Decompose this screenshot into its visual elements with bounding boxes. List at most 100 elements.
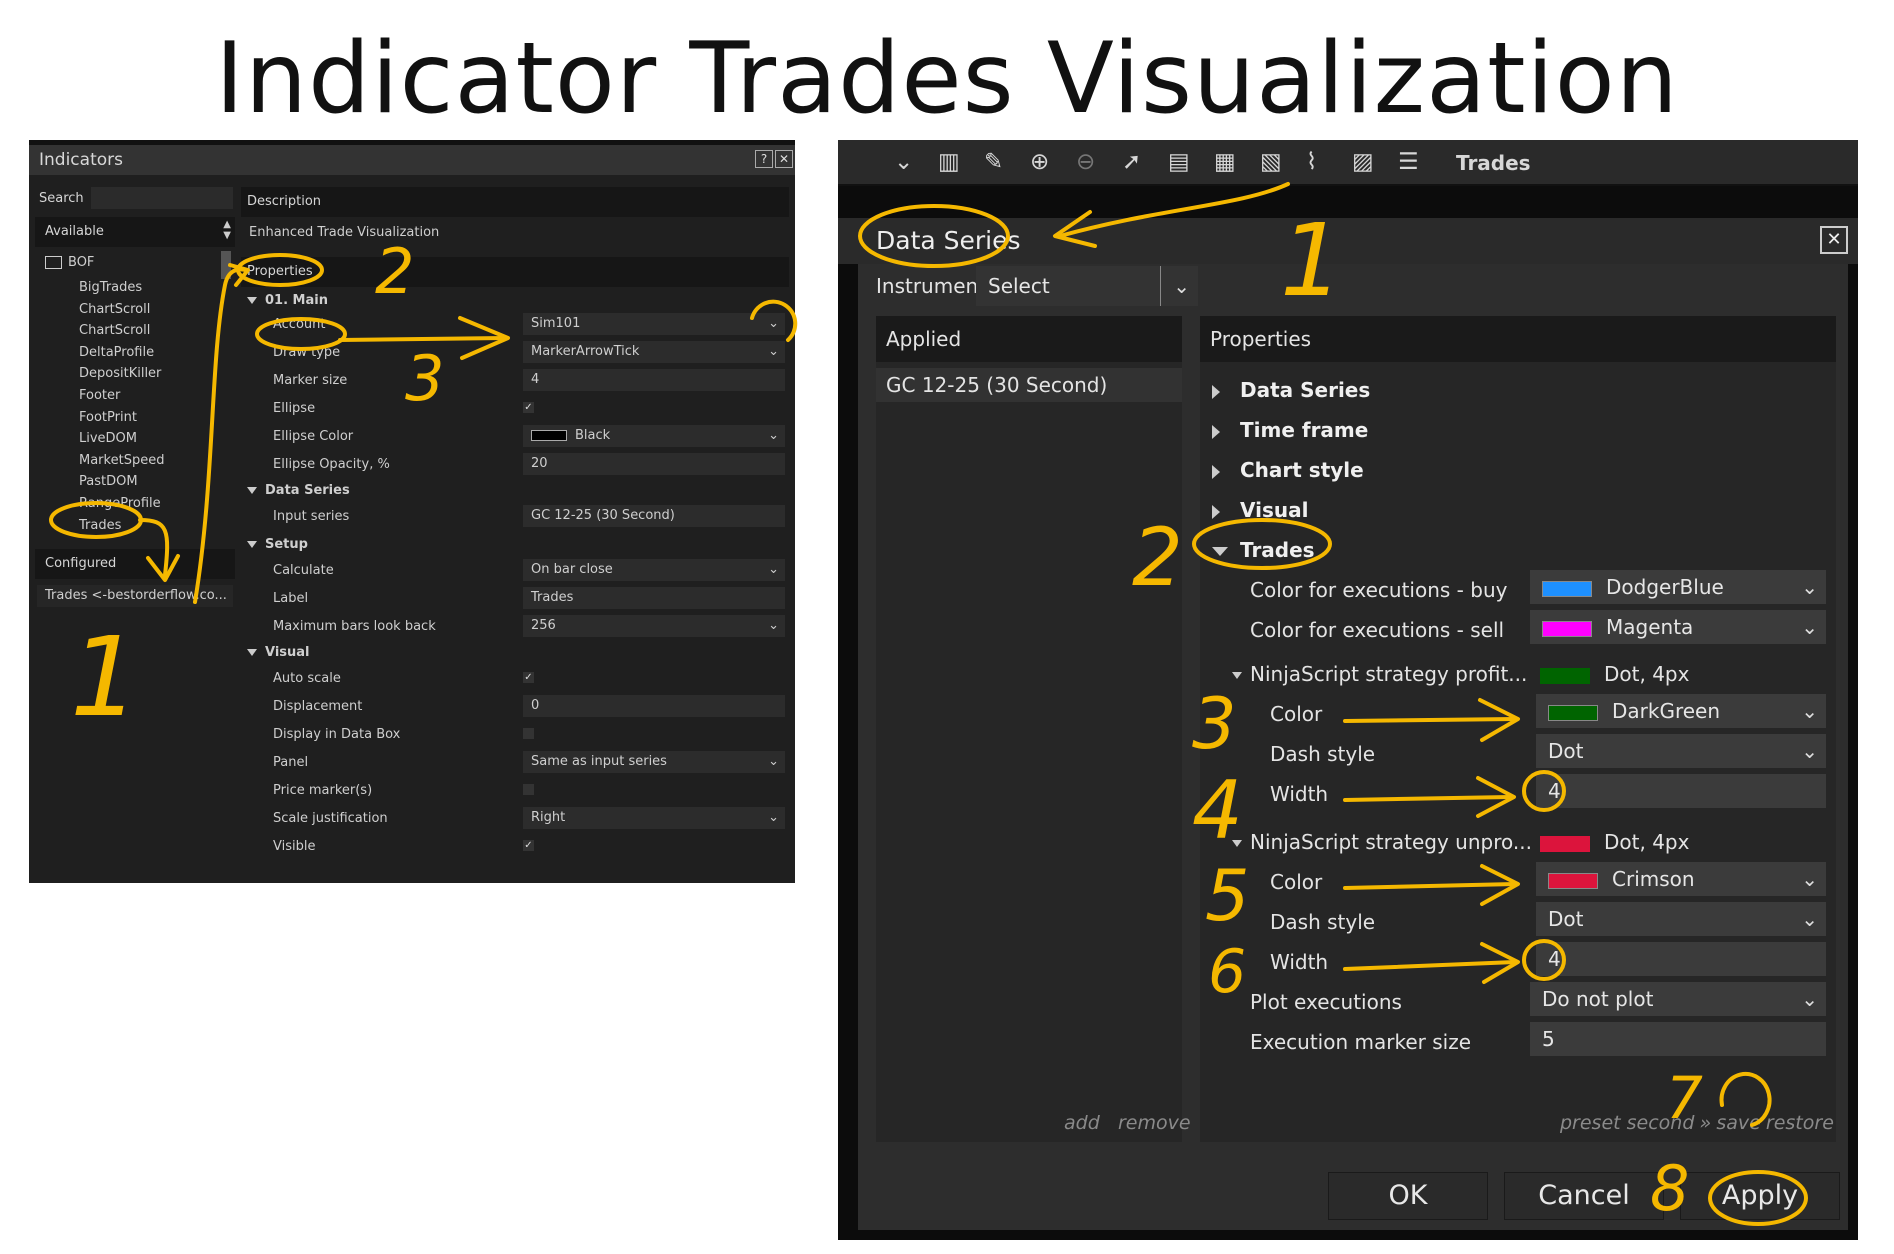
list-item[interactable]: ChartScroll bbox=[79, 320, 164, 342]
close-icon[interactable]: ✕ bbox=[1820, 226, 1848, 254]
group-time-frame[interactable]: Time frame bbox=[1212, 418, 1368, 442]
group-visual[interactable]: Visual bbox=[247, 645, 310, 660]
remove-link[interactable]: remove bbox=[1118, 1112, 1191, 1134]
chevron-down-icon[interactable]: ⌄ bbox=[1173, 266, 1190, 306]
sell-color-select[interactable]: Magenta ⌄ bbox=[1530, 610, 1826, 644]
help-icon[interactable]: ? bbox=[755, 150, 773, 168]
chevron-down-icon[interactable]: ⌄ bbox=[768, 807, 779, 829]
list-item[interactable]: LiveDOM bbox=[79, 428, 164, 450]
color-swatch bbox=[1542, 580, 1592, 597]
ellipsecolor-select[interactable]: Black ⌄ bbox=[523, 425, 785, 447]
folder-item-bof[interactable]: BOF bbox=[45, 255, 94, 270]
list-item[interactable]: DepositKiller bbox=[79, 363, 164, 385]
list-item[interactable]: ChartScroll bbox=[79, 299, 164, 321]
zoom-in-icon[interactable]: ⊕ bbox=[1030, 149, 1049, 175]
ellipse-checkbox[interactable]: ✓ bbox=[523, 402, 534, 413]
ellipseopacity-input[interactable]: 20 bbox=[523, 453, 785, 475]
calculate-select[interactable]: On bar close ⌄ bbox=[523, 559, 785, 581]
databox-checkbox[interactable] bbox=[523, 728, 534, 739]
pricemarkers-checkbox[interactable] bbox=[523, 784, 534, 795]
autoscale-checkbox[interactable]: ✓ bbox=[523, 672, 534, 683]
zoom-out-icon[interactable]: ⊖ bbox=[1076, 149, 1095, 175]
search-input[interactable] bbox=[91, 187, 233, 209]
list-item[interactable]: MarketSpeed bbox=[79, 450, 164, 472]
chevron-down-icon[interactable]: ⌄ bbox=[1801, 610, 1818, 644]
apply-button[interactable]: Apply bbox=[1680, 1172, 1840, 1220]
group-chart-style[interactable]: Chart style bbox=[1212, 458, 1364, 482]
exec-marker-size-input[interactable]: 5 bbox=[1530, 1022, 1826, 1056]
applied-item[interactable]: GC 12-25 (30 Second) bbox=[876, 368, 1182, 402]
data-series-icon[interactable]: ▧ bbox=[1260, 149, 1282, 175]
list-icon[interactable]: ☰ bbox=[1398, 149, 1419, 175]
group-visual[interactable]: Visual bbox=[1212, 498, 1308, 522]
chevron-down-icon[interactable]: ⌄ bbox=[1801, 982, 1818, 1016]
unprofit-width-input[interactable]: 4 bbox=[1536, 942, 1826, 976]
restore-preset-link[interactable]: restore bbox=[1766, 1112, 1834, 1134]
profit-width-input[interactable]: 4 bbox=[1536, 774, 1826, 808]
unprofit-group[interactable]: NinjaScript strategy unpro... bbox=[1232, 830, 1532, 854]
buy-color-select[interactable]: DodgerBlue ⌄ bbox=[1530, 570, 1826, 604]
group-data-series[interactable]: Data Series bbox=[247, 483, 350, 498]
chevron-down-icon[interactable]: ⌄ bbox=[1801, 694, 1818, 728]
chevron-down-icon[interactable]: ⌄ bbox=[1801, 902, 1818, 936]
chevron-down-icon[interactable]: ⌄ bbox=[1801, 862, 1818, 896]
list-item[interactable]: RangeProfile bbox=[79, 493, 164, 515]
chevron-down-icon[interactable]: ⌄ bbox=[768, 615, 779, 637]
add-link[interactable]: add bbox=[1064, 1112, 1100, 1134]
save-preset-link[interactable]: save bbox=[1716, 1112, 1760, 1134]
configured-item[interactable]: Trades <-bestorderflow.co... bbox=[37, 585, 233, 607]
indicator-icon[interactable]: ▨ bbox=[1352, 149, 1374, 175]
list-item[interactable]: Footer bbox=[79, 385, 164, 407]
list-item[interactable]: PastDOM bbox=[79, 471, 164, 493]
dom-icon[interactable]: ▦ bbox=[1214, 149, 1236, 175]
markersize-input[interactable]: 4 bbox=[523, 369, 785, 391]
chevron-down-icon[interactable]: ⌄ bbox=[768, 751, 779, 773]
color-swatch bbox=[531, 430, 567, 441]
inputseries-field[interactable]: GC 12-25 (30 Second) bbox=[523, 505, 785, 527]
list-item[interactable]: BigTrades bbox=[79, 277, 164, 299]
unprofit-dash-select[interactable]: Dot ⌄ bbox=[1536, 902, 1826, 936]
plot-exec-select[interactable]: Do not plot ⌄ bbox=[1530, 982, 1826, 1016]
visible-checkbox[interactable]: ✓ bbox=[523, 840, 534, 851]
list-scrollbar[interactable] bbox=[221, 251, 231, 279]
profit-dash-select[interactable]: Dot ⌄ bbox=[1536, 734, 1826, 768]
chevron-down-icon[interactable]: ⌄ bbox=[768, 313, 779, 335]
drawtype-select[interactable]: MarkerArrowTick ⌄ bbox=[523, 341, 785, 363]
data-box-icon[interactable]: ▤ bbox=[1168, 149, 1190, 175]
properties-panel: Properties Data Series Time frame Chart … bbox=[1200, 316, 1836, 1142]
chevron-down-icon[interactable]: ⌄ bbox=[1801, 570, 1818, 604]
panel-select[interactable]: Same as input series ⌄ bbox=[523, 751, 785, 773]
label-input[interactable]: Trades bbox=[523, 587, 785, 609]
chevron-down-icon[interactable]: ⌄ bbox=[894, 149, 913, 175]
list-item-trades[interactable]: Trades bbox=[79, 515, 164, 537]
chevron-down-icon[interactable]: ⌄ bbox=[1801, 734, 1818, 768]
group-main[interactable]: 01. Main bbox=[247, 293, 328, 308]
strategy-icon[interactable]: ⌇ bbox=[1306, 149, 1317, 175]
account-select[interactable]: Sim101 ⌄ bbox=[523, 313, 785, 335]
unprofit-color-select[interactable]: Crimson ⌄ bbox=[1536, 862, 1826, 896]
available-header: Available ▲ ▼ bbox=[35, 217, 235, 247]
cancel-button[interactable]: Cancel bbox=[1504, 1172, 1664, 1220]
expand-arrow-icon bbox=[247, 541, 257, 548]
bar-chart-icon[interactable]: ▥ bbox=[938, 149, 960, 175]
cursor-icon[interactable]: ➚ bbox=[1122, 149, 1141, 175]
group-trades[interactable]: Trades bbox=[1212, 538, 1315, 562]
expand-arrow-icon bbox=[1212, 464, 1220, 479]
list-item[interactable]: DeltaProfile bbox=[79, 342, 164, 364]
chevron-down-icon[interactable]: ⌄ bbox=[768, 425, 779, 447]
chevron-down-icon[interactable]: ⌄ bbox=[768, 559, 779, 581]
displacement-input[interactable]: 0 bbox=[523, 695, 785, 717]
maxbars-select[interactable]: 256 ⌄ bbox=[523, 615, 785, 637]
group-data-series[interactable]: Data Series bbox=[1212, 378, 1370, 402]
ok-button[interactable]: OK bbox=[1328, 1172, 1488, 1220]
pencil-icon[interactable]: ✎ bbox=[984, 149, 1003, 175]
profit-group[interactable]: NinjaScript strategy profit... bbox=[1232, 662, 1527, 686]
scalejust-select[interactable]: Right ⌄ bbox=[523, 807, 785, 829]
instrument-select[interactable]: Select ⌄ bbox=[976, 266, 1198, 306]
group-setup[interactable]: Setup bbox=[247, 537, 308, 552]
scroll-arrows-icon[interactable]: ▲ ▼ bbox=[223, 219, 231, 241]
profit-color-select[interactable]: DarkGreen ⌄ bbox=[1536, 694, 1826, 728]
close-icon[interactable]: ✕ bbox=[775, 150, 793, 168]
chevron-down-icon[interactable]: ⌄ bbox=[768, 341, 779, 363]
list-item[interactable]: FootPrint bbox=[79, 407, 164, 429]
